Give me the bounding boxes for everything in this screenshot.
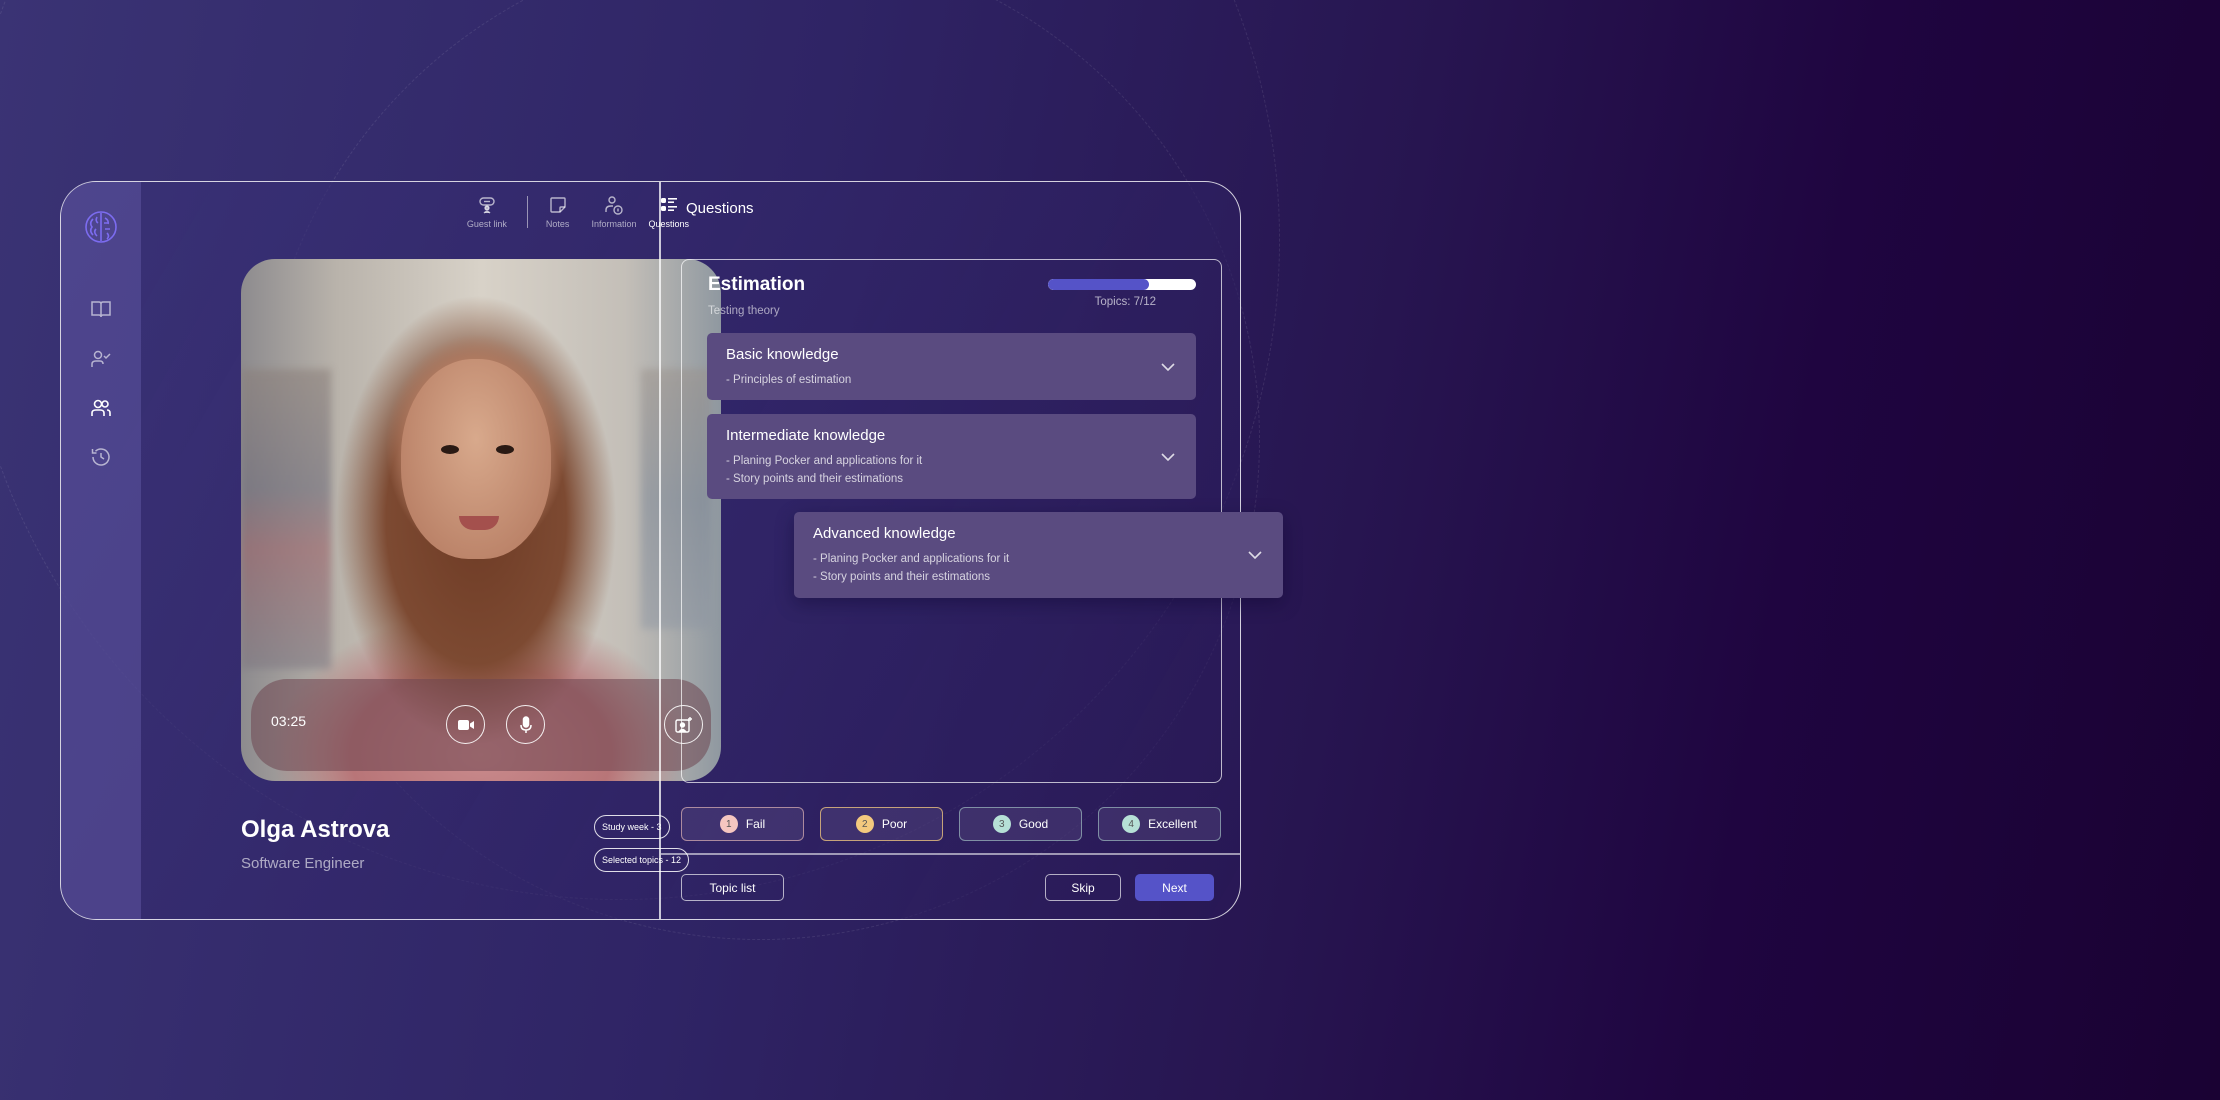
topic-title: Estimation xyxy=(708,274,806,295)
topic-list-button[interactable]: Topic list xyxy=(681,874,784,901)
level-advanced-accordion[interactable]: Advanced knowledge - Planing Pocker and … xyxy=(794,512,1283,598)
topics-progress-label: Topics: 7/12 xyxy=(1094,296,1156,308)
footer-divider xyxy=(661,853,1240,855)
tab-label: Guest link xyxy=(466,219,507,229)
chevron-down-icon xyxy=(1161,453,1175,462)
rating-label: Poor xyxy=(881,817,908,831)
rating-label: Good xyxy=(1018,817,1049,831)
call-timer: 03:25 xyxy=(271,713,307,729)
brain-icon xyxy=(85,211,117,243)
app-window: Guest link Notes Information Questions 0… xyxy=(60,181,1283,920)
candidate-role: Software Engineer xyxy=(241,855,365,872)
video-panel: Guest link Notes Information Questions 0… xyxy=(141,182,721,919)
level-item: - Principles of estimation xyxy=(726,374,852,386)
candidate-name: Olga Astrova xyxy=(241,816,390,843)
skip-button[interactable]: Skip xyxy=(1045,874,1121,901)
participant-eye xyxy=(441,445,459,454)
level-title: Intermediate knowledge xyxy=(726,427,886,444)
sidebar xyxy=(61,182,141,919)
link-user-icon xyxy=(479,197,495,214)
questions-panel: Questions Estimation Testing theory Topi… xyxy=(661,182,1283,919)
level-title: Advanced knowledge xyxy=(813,525,956,542)
tab-label: Notes xyxy=(545,219,570,229)
tab-label: Information xyxy=(591,219,637,229)
level-basic-accordion[interactable]: Basic knowledge - Principles of estimati… xyxy=(707,333,1196,400)
chevron-down-icon xyxy=(1248,551,1262,560)
user-check-icon[interactable] xyxy=(89,347,113,371)
history-icon[interactable] xyxy=(89,445,113,469)
rating-buttons: 1 Fail 2 Poor 3 Good 4 Excellent xyxy=(681,807,1221,841)
book-open-icon[interactable] xyxy=(89,297,113,321)
level-item: - Planing Pocker and applications for it xyxy=(726,455,923,467)
users-icon[interactable] xyxy=(89,396,113,420)
level-item: - Planing Pocker and applications for it xyxy=(813,553,1010,565)
rating-number: 3 xyxy=(992,815,1011,833)
level-intermediate-accordion[interactable]: Intermediate knowledge - Planing Pocker … xyxy=(707,414,1196,499)
participant-eye xyxy=(496,445,514,454)
tab-information[interactable]: Information xyxy=(585,194,642,229)
rating-good-button[interactable]: 3 Good xyxy=(959,807,1082,841)
rating-excellent-button[interactable]: 4 Excellent xyxy=(1098,807,1221,841)
rating-number: 1 xyxy=(719,815,738,833)
level-item: - Story points and their estimations xyxy=(813,571,991,583)
progress-fill xyxy=(1048,279,1149,290)
tab-guest-link[interactable]: Guest link xyxy=(461,194,513,229)
chevron-down-icon xyxy=(1161,363,1175,372)
topics-progress-bar xyxy=(1048,279,1196,290)
video-camera-icon xyxy=(457,719,474,730)
video-controls-bar: 03:25 xyxy=(251,679,711,771)
topic-subtitle: Testing theory xyxy=(708,305,780,317)
rating-poor-button[interactable]: 2 Poor xyxy=(820,807,943,841)
tab-separator xyxy=(526,196,528,228)
microphone-icon xyxy=(519,715,532,733)
rating-number: 4 xyxy=(1122,815,1141,833)
rating-label: Fail xyxy=(745,817,766,831)
tab-notes[interactable]: Notes xyxy=(540,194,576,229)
video-background xyxy=(241,369,331,669)
video-feed: 03:25 xyxy=(241,259,721,781)
next-button[interactable]: Next xyxy=(1135,874,1214,901)
rating-label: Excellent xyxy=(1148,817,1197,831)
user-info-icon xyxy=(605,196,623,215)
rating-number: 2 xyxy=(855,815,874,833)
rating-fail-button[interactable]: 1 Fail xyxy=(681,807,804,841)
note-icon xyxy=(549,197,566,213)
level-item: - Story points and their estimations xyxy=(726,473,904,485)
level-title: Basic knowledge xyxy=(726,346,839,363)
section-title: Questions xyxy=(686,200,754,217)
microphone-toggle-button[interactable] xyxy=(506,705,545,744)
camera-toggle-button[interactable] xyxy=(446,705,485,744)
